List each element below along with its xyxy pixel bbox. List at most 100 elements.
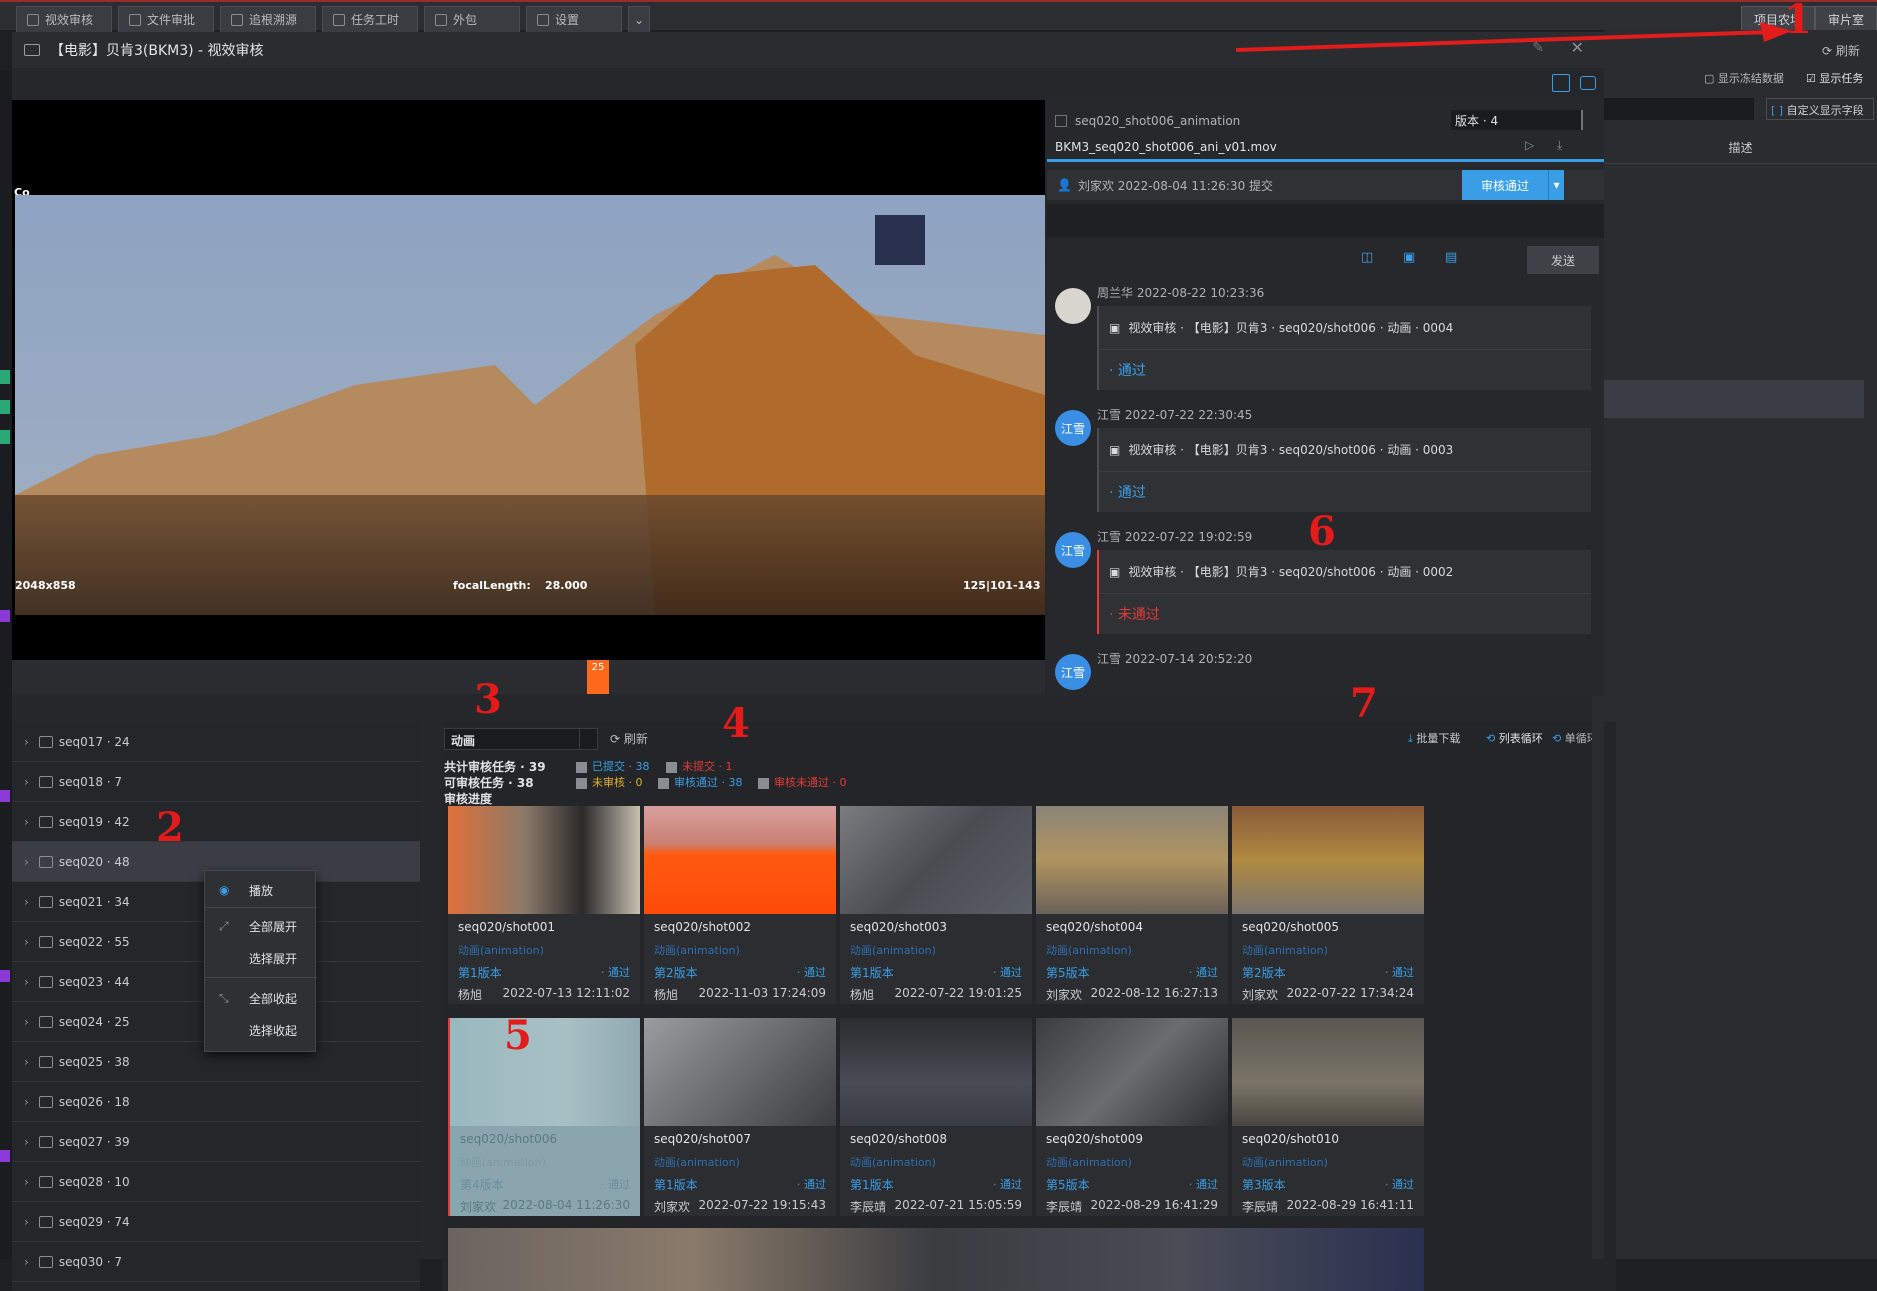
tab-trace[interactable]: 追根溯源 (220, 6, 316, 32)
bg-search-field[interactable] (1604, 98, 1754, 120)
shot-type: 动画(animation) (460, 1156, 546, 1169)
shot-card[interactable]: seq020/shot008 动画(animation) 第1版本 · 通过 李辰靖… (840, 1018, 1032, 1216)
shot-row-partial (448, 1228, 1424, 1291)
video-viewer[interactable]: Co BK 2048x858 focalLength: 28.000 125|1… (12, 100, 1045, 660)
screening-room-button[interactable]: 审片室 (1814, 6, 1877, 32)
shot-grid-area: 动画 ⟳ 刷新 共计审核任务 · 39 可审核任务 · 38 审核进度 已提交 … (442, 722, 1616, 1291)
shot-time: 2022-08-29 16:41:29 (1090, 1198, 1218, 1212)
folder-icon (38, 1135, 53, 1148)
shot-name: seq020/shot001 (458, 920, 556, 934)
download-icon[interactable]: ⤓ (1557, 138, 1562, 153)
context-menu: ◉ 播放 ⤢ 全部展开 选择展开 ⤡ 全部收起 选择收起 (204, 870, 317, 1052)
legend-submitted[interactable]: 已提交 · 38 (576, 758, 650, 774)
custom-field-button[interactable]: [ ] 自定义显示字段 (1766, 98, 1874, 120)
image-icon[interactable]: ▣ (1403, 250, 1415, 265)
shot-card[interactable]: seq020/shot009 动画(animation) 第5版本 · 通过 李辰靖… (1036, 1018, 1228, 1216)
comment-body: ▣ 视效审核 · 【电影】贝肯3 · seq020/shot006 · 动画 · … (1097, 306, 1591, 390)
chevron-down-icon: ⌄ (634, 12, 645, 27)
show-frozen-checkbox[interactable]: ▢ 显示冻结数据 (1704, 70, 1784, 86)
version-select[interactable]: 版本 · 4 (1451, 110, 1583, 130)
shot-card[interactable]: seq020/shot004 动画(animation) 第5版本 · 通过 刘家欢… (1036, 806, 1228, 1004)
menu-item-collapse-all[interactable]: ⤡ 全部收起 (205, 983, 317, 1013)
batch-download-button[interactable]: ⤓ 批量下载 (1408, 730, 1460, 746)
timeline-scrubber[interactable]: 25 (12, 660, 1045, 694)
comment-ref[interactable]: ▣ 视效审核 · 【电影】贝肯3 · seq020/shot006 · 动画 · … (1099, 306, 1591, 350)
legend-swatch (666, 761, 677, 773)
menu-item-expand-selected[interactable]: 选择展开 (205, 943, 317, 973)
shot-checkbox[interactable] (1055, 115, 1067, 127)
shot-type: 动画(animation) (1046, 1156, 1132, 1169)
menu-item-play[interactable]: ◉ 播放 (205, 875, 317, 905)
chevron-right-icon: › (24, 894, 29, 909)
tab-file-approval[interactable]: 文件审批 (118, 6, 214, 32)
shot-status: · 通过 (993, 1178, 1022, 1191)
shot-user: 刘家欢 (654, 1200, 691, 1214)
shot-card-selected[interactable]: seq020/shot006 动画(animation) 第4版本 · 通过 刘家欢… (448, 1018, 640, 1216)
approve-button[interactable]: 审核通过 (1462, 170, 1548, 200)
comment-ref[interactable]: ▣ 视效审核 · 【电影】贝肯3 · seq020/shot006 · 动画 · … (1099, 428, 1591, 472)
grid-scrollbar[interactable] (1592, 696, 1604, 1259)
download-icon: ⤓ (1408, 732, 1413, 745)
comment-view-icon[interactable] (1580, 76, 1596, 90)
legend-swatch (576, 761, 587, 773)
menu-item-expand-all[interactable]: ⤢ 全部展开 (205, 911, 317, 941)
comment-author: 江雪 2022-07-22 19:02:59 (1097, 530, 1253, 544)
single-loop-button[interactable]: ⟲ 单循环 (1552, 730, 1598, 746)
filter-select[interactable]: 动画 (444, 728, 598, 750)
collapse-icon: ⤡ (219, 990, 229, 1005)
file-icon[interactable]: ▤ (1445, 250, 1457, 265)
shot-card[interactable]: seq020/shot002 动画(animation) 第2版本 · 通过 杨旭 2… (644, 806, 836, 1004)
tab-visual-review[interactable]: 视效审核 (16, 6, 112, 32)
legend-failed[interactable]: 审核未通过 · 0 (758, 774, 847, 790)
tree-node[interactable]: › seq030 · 7 (12, 1242, 420, 1282)
tab-more-dropdown[interactable]: ⌄ (628, 6, 650, 32)
list-loop-button[interactable]: ⟲ 列表循环 (1486, 730, 1543, 746)
chevron-right-icon: › (24, 1174, 29, 1189)
chevron-right-icon: › (24, 774, 29, 789)
tab-settings[interactable]: 设置 (526, 6, 622, 32)
playhead[interactable]: 25 (587, 660, 609, 694)
shot-type: 动画(animation) (850, 1156, 936, 1169)
shot-card[interactable]: seq020/shot010 动画(animation) 第3版本 · 通过 李辰靖… (1232, 1018, 1424, 1216)
left-edge-status-strip (0, 70, 12, 1259)
menu-item-collapse-selected[interactable]: 选择收起 (205, 1015, 317, 1045)
submitter-row: 👤 刘家欢 2022-08-04 11:26:30 提交 审核通过 ▾ (1047, 170, 1604, 200)
shot-card[interactable]: seq020/shot001 动画(animation) 第1版本 · 通过 杨旭 2… (448, 806, 640, 1004)
show-task-checkbox[interactable]: ☑ 显示任务 (1806, 70, 1863, 86)
refresh-link[interactable]: ⟳ 刷新 (1822, 42, 1860, 59)
tab-task-hours[interactable]: 任务工时 (322, 6, 418, 32)
comment-ref[interactable]: ▣ 视效审核 · 【电影】贝肯3 · seq020/shot006 · 动画 · … (1099, 550, 1591, 594)
play-icon[interactable]: ▷ (1525, 138, 1534, 152)
split-view-icon[interactable] (1552, 74, 1570, 92)
legend-passed[interactable]: 审核通过 · 38 (658, 774, 743, 790)
shot-user: 杨旭 (850, 988, 875, 1002)
send-button[interactable]: 发送 (1527, 246, 1599, 274)
shot-card[interactable]: seq020/shot005 动画(animation) 第2版本 · 通过 刘家欢… (1232, 806, 1424, 1004)
tree-node[interactable]: › seq019 · 42 (12, 802, 420, 842)
shot-thumbnail (1232, 1018, 1424, 1126)
tree-node[interactable]: › seq026 · 18 (12, 1082, 420, 1122)
screenshot-icon[interactable]: ◫ (1361, 250, 1373, 265)
shot-time: 2022-07-13 12:11:02 (502, 986, 630, 1000)
tree-node[interactable]: › seq028 · 10 (12, 1162, 420, 1202)
shot-time: 2022-07-22 19:01:25 (894, 986, 1022, 1000)
comment-input[interactable] (1047, 204, 1604, 238)
tree-node[interactable]: › seq029 · 74 (12, 1202, 420, 1242)
tree-node[interactable]: › seq027 · 39 (12, 1122, 420, 1162)
approve-dropdown-icon[interactable]: ▾ (1548, 170, 1564, 200)
chevron-right-icon: › (24, 1054, 29, 1069)
shot-name: seq020/shot004 (1046, 920, 1144, 934)
annotation-number: 2 (156, 804, 184, 851)
tab-outsource[interactable]: 外包 (424, 6, 520, 32)
legend-not-reviewed[interactable]: 未审核 · 0 (576, 774, 643, 790)
shot-card[interactable]: seq020/shot003 动画(animation) 第1版本 · 通过 杨旭 2… (840, 806, 1032, 1004)
annotation-number: 3 (474, 676, 502, 723)
refresh-button[interactable]: ⟳ 刷新 (610, 730, 648, 747)
shot-card[interactable]: seq020/shot007 动画(animation) 第1版本 · 通过 刘家欢… (644, 1018, 836, 1216)
legend-not-submitted[interactable]: 未提交 · 1 (666, 758, 733, 774)
resolution-label: 2048x858 (15, 579, 76, 592)
shot-thumbnail (1232, 806, 1424, 914)
chevron-right-icon: › (24, 1254, 29, 1269)
tree-node[interactable]: › seq018 · 7 (12, 762, 420, 802)
tree-node[interactable]: › seq017 · 24 (12, 722, 420, 762)
